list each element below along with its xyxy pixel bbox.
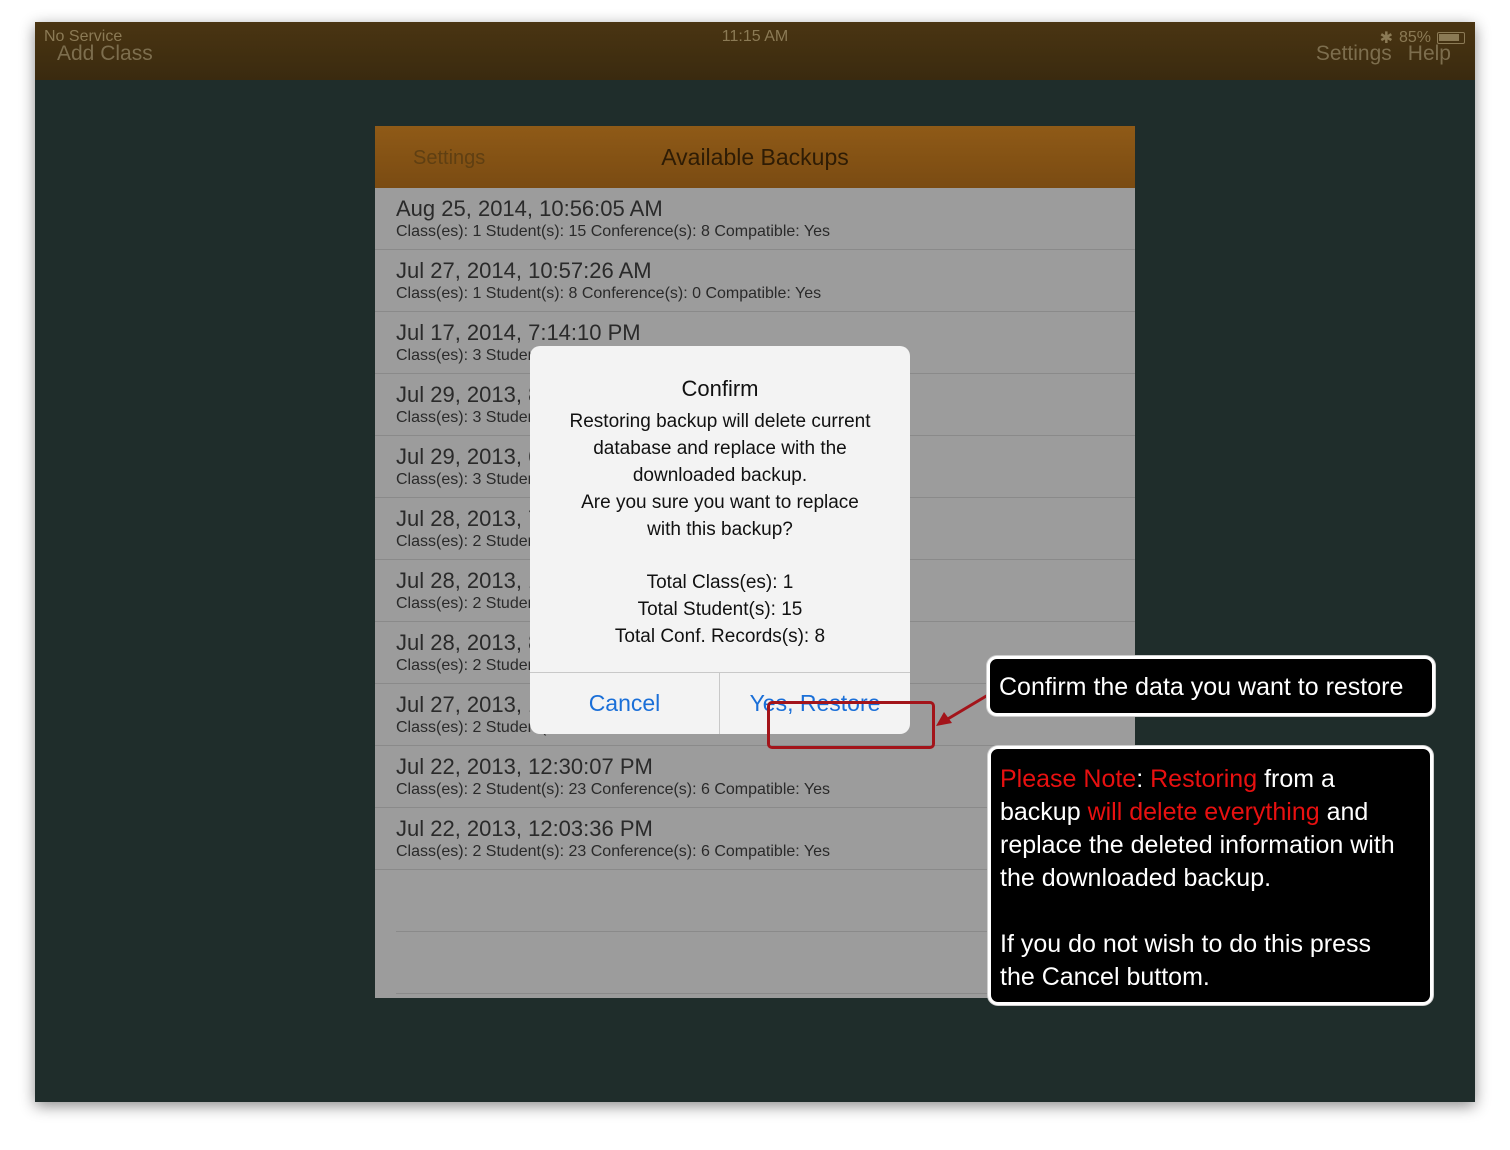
callout-note-line5: If you do not wish to do this press <box>1000 930 1372 958</box>
dialog-message-line: Are you sure you want to replace <box>581 492 859 513</box>
backup-info: Class(es): 2 Student(s): 23 Conference(s… <box>396 843 830 860</box>
backup-info: Class(es): 2 Student(s): 23 Conference(s… <box>396 781 830 798</box>
dialog-message-line <box>540 543 900 569</box>
backup-row[interactable]: Aug 25, 2014, 10:56:05 AM Class(es): 1 St… <box>375 188 1135 250</box>
backup-row[interactable]: Jul 27, 2014, 10:57:26 AM Class(es): 1 St… <box>375 250 1135 312</box>
callout-note-line2: backup will delete everything and <box>1000 798 1369 826</box>
add-class-button[interactable]: Add Class <box>57 42 153 66</box>
navigation-bar: No Service 11:15 AM ✱ 85% Add Class Sett… <box>35 22 1475 80</box>
dialog-message-line: Total Student(s): 15 <box>637 599 803 620</box>
backup-date: Jul 17, 2014, 7:14:10 PM <box>396 320 641 345</box>
dialog-message: Restoring backup will delete current data… <box>540 408 900 650</box>
status-time: 11:15 AM <box>721 28 789 45</box>
panel-header: Settings Available Backups <box>375 126 1135 188</box>
note-label: Please Note <box>1000 765 1137 793</box>
dialog-title: Confirm <box>681 376 759 401</box>
callout-note-line4: the downloaded backup. <box>1000 864 1272 892</box>
callout-note-line3: replace the deleted information with <box>1000 831 1395 859</box>
backup-date: Jul 22, 2013, 12:03:36 PM <box>396 816 653 841</box>
dialog-message-line: Total Class(es): 1 <box>646 572 794 593</box>
backup-info: Class(es): 1 Student(s): 15 Conference(s… <box>396 223 830 240</box>
dialog-message-line: database and replace with the <box>593 438 847 459</box>
callout-note-line6: the Cancel buttom. <box>1000 963 1210 991</box>
callout-arrow-icon <box>936 693 989 726</box>
confirm-dialog: Confirm Restoring backup will delete cur… <box>530 346 910 734</box>
callout-confirm: Confirm the data you want to restore <box>987 656 1435 716</box>
settings-button[interactable]: Settings <box>1316 42 1392 66</box>
dialog-message-line: downloaded backup. <box>632 465 808 486</box>
callout-note-line1: Please Note: Restoring from a <box>1000 765 1335 793</box>
cancel-button[interactable]: Cancel <box>530 672 719 734</box>
backup-date: Jul 22, 2013, 12:30:07 PM <box>396 754 653 779</box>
callout-note: Please Note: Restoring from a backup wil… <box>988 746 1433 1005</box>
help-button[interactable]: Help <box>1408 42 1451 66</box>
panel-title: Available Backups <box>661 144 849 170</box>
highlight-box <box>767 701 935 749</box>
backup-info: Class(es): 1 Student(s): 8 Conference(s)… <box>396 285 822 302</box>
dialog-message-line: Total Conf. Records(s): 8 <box>614 626 826 647</box>
nav-right-buttons: Settings Help <box>1316 42 1451 66</box>
callout-spacer <box>1000 895 1430 928</box>
dialog-message-line: Restoring backup will delete current <box>569 411 871 432</box>
dialog-message-line: with this backup? <box>647 519 793 540</box>
backup-date: Aug 25, 2014, 10:56:05 AM <box>396 196 663 221</box>
backup-date: Jul 27, 2014, 10:57:26 AM <box>396 258 652 283</box>
